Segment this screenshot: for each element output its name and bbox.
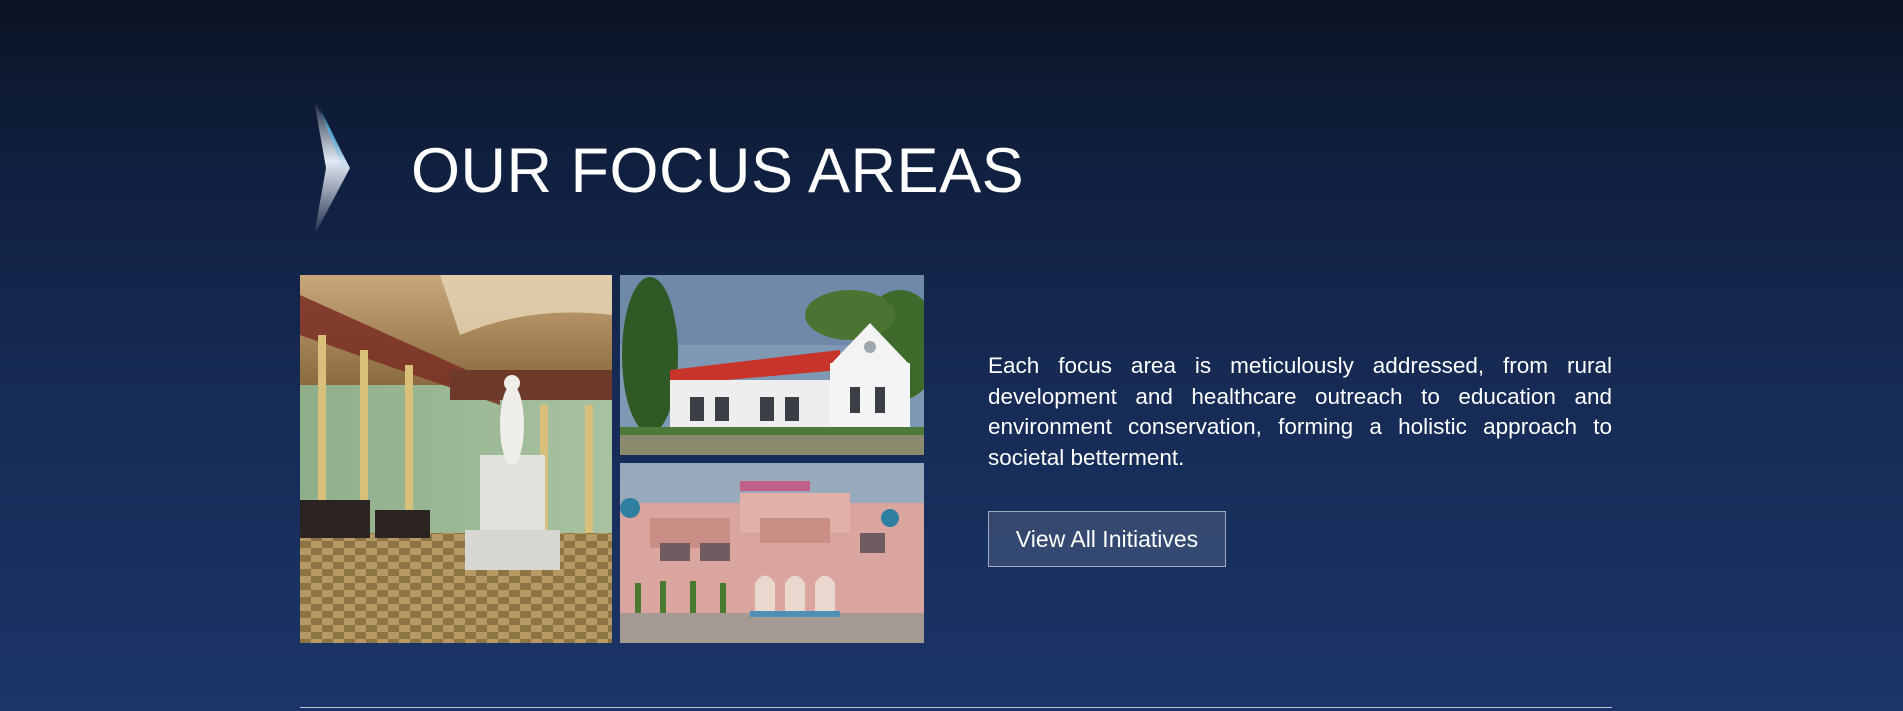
hospital-building-image — [620, 463, 924, 643]
colonial-building-image — [620, 275, 924, 455]
section-divider — [300, 707, 1612, 708]
focus-areas-description: Each focus area is meticulously addresse… — [988, 353, 1612, 470]
view-all-initiatives-button[interactable]: View All Initiatives — [988, 511, 1226, 567]
chevron-right-icon — [312, 100, 352, 236]
museum-interior-image — [300, 275, 612, 643]
section-title: OUR FOCUS AREAS — [411, 136, 1025, 206]
focus-areas-section: OUR FOCUS AREAS Each focus area is metic… — [0, 0, 1903, 711]
